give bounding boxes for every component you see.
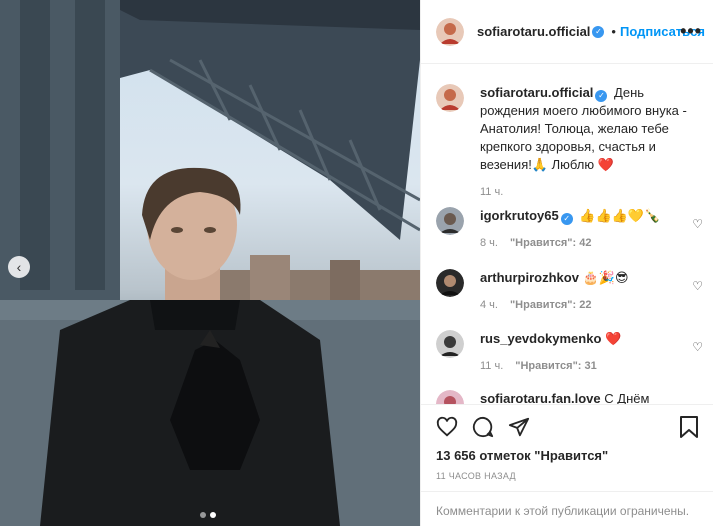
comment-username[interactable]: sofiarotaru.fan.love [480, 391, 601, 404]
avatar[interactable] [436, 207, 464, 235]
comment-username[interactable]: igorkrutoy65 [480, 208, 559, 223]
comment-meta: 4 ч. "Нравится": 22 [480, 299, 701, 311]
comment-text: С Днём [604, 391, 650, 404]
post-timestamp: 11 ЧАСОВ НАЗАД [436, 471, 516, 481]
comment-text: 👍👍👍💛🍾 [579, 208, 661, 223]
bookmark-icon[interactable] [678, 415, 702, 439]
list-item: igorkrutoy65 ✓ 👍👍👍💛🍾 8 ч. "Нравится": 42 ♡ [436, 207, 703, 249]
post-actions: 13 656 отметок "Нравится" 11 ЧАСОВ НАЗАД… [421, 404, 713, 526]
verified-icon: ✓ [592, 25, 605, 38]
avatar[interactable] [436, 269, 464, 297]
avatar[interactable] [436, 84, 464, 112]
comment-icon[interactable] [471, 415, 495, 439]
comment-username[interactable]: rus_yevdokymenko [480, 331, 601, 346]
list-item: arthurpirozhkov 🎂🎉😎 4 ч. "Нравится": 22 ♡ [436, 269, 703, 311]
more-options-icon[interactable]: ••• [680, 22, 702, 40]
post-sidebar: sofiarotaru.official ✓ • Подписаться •••… [420, 0, 713, 526]
heart-icon[interactable]: ♡ [692, 279, 703, 293]
post-author[interactable]: sofiarotaru.official [477, 24, 590, 39]
avatar[interactable] [436, 390, 464, 404]
list-item: sofiarotaru.fan.love С Днём [436, 390, 701, 404]
carousel-dot-active [210, 512, 216, 518]
likes-count[interactable]: 13 656 отметок "Нравится" [436, 448, 608, 463]
carousel-dots [200, 512, 216, 518]
list-item: rus_yevdokymenko ❤️ 11 ч. "Нравится": 31 … [436, 330, 703, 372]
separator: • [611, 24, 616, 39]
comment-time: 4 ч. [480, 299, 498, 311]
comment-text: 🎂🎉😎 [582, 270, 629, 285]
heart-icon[interactable] [435, 415, 459, 439]
verified-icon: ✓ [560, 213, 573, 225]
heart-icon[interactable]: ♡ [692, 217, 703, 231]
comment-likes[interactable]: "Нравится": 42 [510, 237, 591, 249]
share-icon[interactable] [507, 415, 531, 439]
comments-restricted-notice: Комментарии к этой публикации ограничены… [421, 491, 713, 526]
comment-likes[interactable]: "Нравится": 31 [515, 360, 596, 372]
avatar[interactable] [436, 17, 464, 46]
chevron-left-icon[interactable]: ‹ [8, 256, 30, 278]
comment-username[interactable]: arthurpirozhkov [480, 270, 579, 285]
comment-meta: 8 ч. "Нравится": 42 [480, 237, 701, 249]
photo-illustration [0, 0, 420, 526]
carousel-dot [200, 512, 206, 518]
comments-list[interactable]: sofiarotaru.official ✓ День рождения моег… [421, 64, 713, 404]
action-icons [435, 415, 531, 439]
comment-time: 11 ч. [480, 360, 504, 372]
verified-icon: ✓ [595, 90, 608, 102]
post-header: sofiarotaru.official ✓ • Подписаться ••• [421, 0, 713, 64]
caption-username[interactable]: sofiarotaru.official [480, 85, 593, 100]
avatar[interactable] [436, 330, 464, 358]
caption: sofiarotaru.official ✓ День рождения моег… [436, 84, 701, 198]
comment-meta: 11 ч. "Нравится": 31 [480, 360, 701, 372]
caption-time: 11 ч. [480, 186, 504, 198]
comment-likes[interactable]: "Нравится": 22 [510, 299, 591, 311]
post-photo[interactable]: ‹ [0, 0, 420, 526]
comment-time: 8 ч. [480, 237, 498, 249]
comment-text: ❤️ [605, 331, 622, 346]
heart-icon[interactable]: ♡ [692, 340, 703, 354]
